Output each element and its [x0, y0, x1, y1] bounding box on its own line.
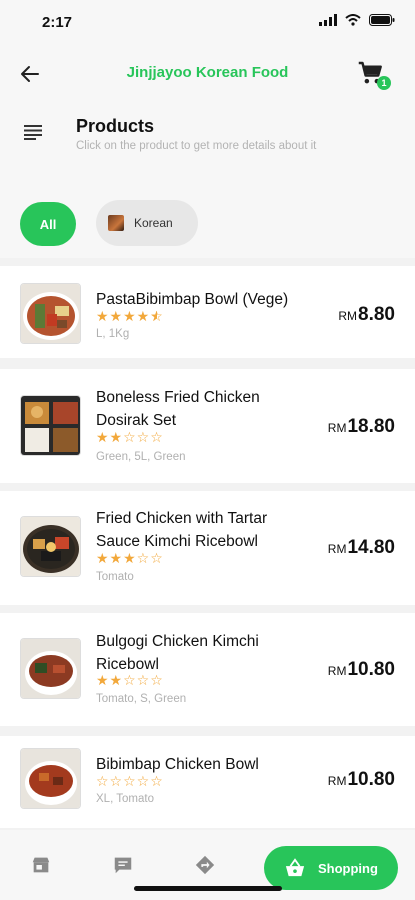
- filter-chip-label: Korean: [134, 216, 173, 230]
- product-price: RM8.80: [338, 304, 395, 326]
- store-icon[interactable]: [30, 854, 52, 876]
- currency: RM: [327, 774, 347, 788]
- directions-icon[interactable]: [194, 854, 216, 876]
- product-price: RM18.80: [328, 416, 395, 438]
- chat-icon[interactable]: [112, 854, 134, 876]
- basket-icon: [285, 858, 305, 877]
- rating-stars: ☆☆☆☆☆: [96, 773, 164, 789]
- currency: RM: [327, 421, 347, 435]
- currency: RM: [327, 664, 347, 678]
- product-image: [20, 516, 81, 577]
- wifi-icon: [345, 14, 361, 26]
- product-card[interactable]: Fried Chicken with Tartar Sauce Kimchi R…: [0, 491, 415, 605]
- product-name-line: Fried Chicken with Tartar: [96, 510, 268, 527]
- product-meta: Tomato, S, Green: [96, 693, 187, 705]
- status-icons: [319, 14, 395, 26]
- rating-stars: ★★★☆☆: [96, 550, 164, 566]
- shopping-button[interactable]: Shopping: [264, 846, 398, 890]
- price-value: 18.80: [347, 416, 395, 437]
- cart-button[interactable]: 1: [355, 58, 391, 90]
- rating-stars: ★★☆☆☆: [96, 429, 164, 445]
- product-card[interactable]: Bibimbap Chicken Bowl ☆☆☆☆☆ XL, Tomato R…: [0, 736, 415, 828]
- category-thumbnail: [108, 215, 124, 231]
- page-subtitle: Click on the product to get more details…: [76, 140, 317, 152]
- product-name: Fried Chicken with Tartar Sauce Kimchi R…: [96, 507, 311, 553]
- product-meta: Green, 5L, Green: [96, 451, 186, 463]
- product-name: Bulgogi Chicken Kimchi Ricebowl: [96, 630, 311, 676]
- product-image: [20, 395, 81, 456]
- product-image: [20, 283, 81, 344]
- cart-count-badge: 1: [377, 76, 391, 90]
- filter-chip-label: All: [39, 216, 57, 232]
- product-name-line: Bulgogi Chicken Kimchi: [96, 633, 259, 650]
- product-image: [20, 638, 81, 699]
- product-image: [20, 748, 81, 809]
- products-header: Products Click on the product to get mor…: [0, 104, 415, 184]
- app-header: Jinjjayoo Korean Food 1: [0, 44, 415, 104]
- status-time: 2:17: [42, 14, 73, 31]
- filter-chip-all[interactable]: All: [20, 202, 76, 246]
- home-indicator: [134, 886, 282, 891]
- product-card[interactable]: PastaBibimbap Bowl (Vege) ★★★★☆★ L, 1Kg …: [0, 266, 415, 358]
- shopping-label: Shopping: [318, 860, 378, 876]
- price-value: 10.80: [347, 769, 395, 790]
- price-value: 14.80: [347, 537, 395, 558]
- rating-stars: ★★☆☆☆: [96, 672, 164, 688]
- page-title: Products: [76, 116, 155, 136]
- status-bar: 2:17: [0, 0, 415, 44]
- menu-icon[interactable]: [24, 124, 42, 140]
- product-price: RM10.80: [328, 659, 395, 681]
- product-meta: L, 1Kg: [96, 328, 130, 340]
- shop-title: Jinjjayoo Korean Food: [126, 64, 289, 81]
- product-name: Boneless Fried Chicken Dosirak Set: [96, 386, 311, 432]
- currency: RM: [327, 542, 347, 556]
- price-value: 10.80: [347, 659, 395, 680]
- rating-stars: ★★★★☆★: [96, 308, 164, 324]
- product-price: RM14.80: [328, 537, 395, 559]
- signal-icon: [319, 14, 337, 26]
- filter-chip-korean[interactable]: Korean: [96, 200, 198, 246]
- product-name-line: Boneless Fried Chicken: [96, 389, 260, 406]
- product-meta: Tomato: [96, 571, 134, 583]
- product-price: RM10.80: [328, 769, 395, 791]
- price-value: 8.80: [358, 304, 395, 325]
- battery-icon: [369, 14, 395, 26]
- product-meta: XL, Tomato: [96, 793, 154, 805]
- product-card[interactable]: Bulgogi Chicken Kimchi Ricebowl ★★☆☆☆ To…: [0, 613, 415, 726]
- category-filters: All Korean: [0, 184, 415, 258]
- product-card[interactable]: Boneless Fried Chicken Dosirak Set ★★☆☆☆…: [0, 369, 415, 483]
- currency: RM: [338, 309, 358, 323]
